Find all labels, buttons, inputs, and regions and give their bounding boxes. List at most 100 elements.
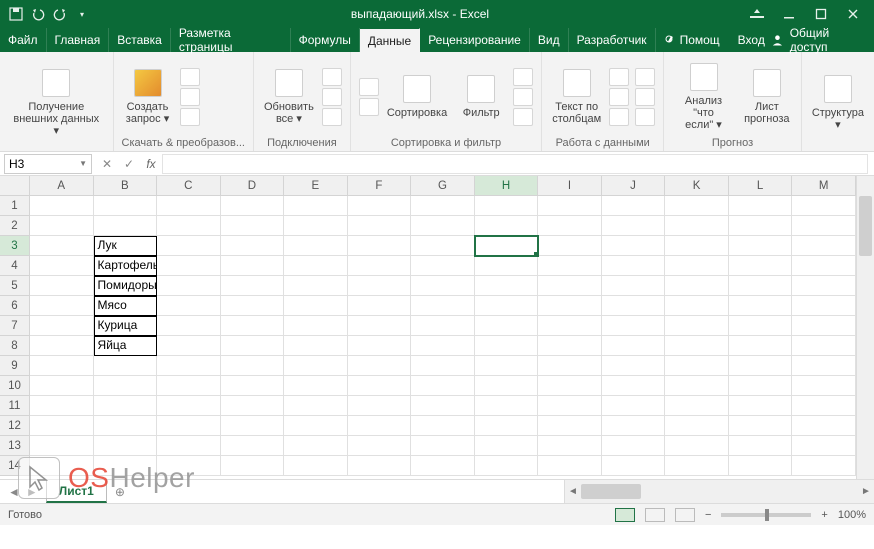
cell-F4[interactable]: [348, 256, 412, 276]
cell-B10[interactable]: [94, 376, 158, 396]
col-header-D[interactable]: D: [221, 176, 285, 196]
from-table-icon[interactable]: [180, 88, 200, 106]
cell-D6[interactable]: [221, 296, 285, 316]
cell-G11[interactable]: [411, 396, 475, 416]
cell-F8[interactable]: [348, 336, 412, 356]
cell-I12[interactable]: [538, 416, 602, 436]
cell-A4[interactable]: [30, 256, 94, 276]
cell-A14[interactable]: [30, 456, 94, 476]
cell-D4[interactable]: [221, 256, 285, 276]
hscroll-right-icon[interactable]: ►: [858, 486, 874, 497]
cell-K3[interactable]: [665, 236, 729, 256]
cell-H4[interactable]: [475, 256, 539, 276]
redo-icon[interactable]: [52, 6, 68, 22]
tab-data[interactable]: Данные: [360, 28, 420, 52]
cell-G12[interactable]: [411, 416, 475, 436]
outline-button[interactable]: Структура ▾: [810, 73, 866, 133]
cell-C1[interactable]: [157, 196, 221, 216]
cell-D13[interactable]: [221, 436, 285, 456]
cell-I5[interactable]: [538, 276, 602, 296]
cell-L11[interactable]: [729, 396, 793, 416]
cell-A10[interactable]: [30, 376, 94, 396]
cell-M10[interactable]: [792, 376, 856, 396]
row-header-11[interactable]: 11: [0, 396, 30, 416]
cell-F6[interactable]: [348, 296, 412, 316]
cell-D9[interactable]: [221, 356, 285, 376]
reapply-icon[interactable]: [513, 88, 533, 106]
cell-G13[interactable]: [411, 436, 475, 456]
cell-E2[interactable]: [284, 216, 348, 236]
cell-B4[interactable]: Картофель: [94, 256, 158, 276]
col-header-A[interactable]: A: [30, 176, 94, 196]
sheet-prev-icon[interactable]: ◄: [8, 485, 20, 499]
cell-J14[interactable]: [602, 456, 666, 476]
cell-D11[interactable]: [221, 396, 285, 416]
cell-F9[interactable]: [348, 356, 412, 376]
cell-M14[interactable]: [792, 456, 856, 476]
cell-K7[interactable]: [665, 316, 729, 336]
cell-G4[interactable]: [411, 256, 475, 276]
cell-C13[interactable]: [157, 436, 221, 456]
cell-J4[interactable]: [602, 256, 666, 276]
zoom-in-button[interactable]: +: [821, 509, 827, 521]
tab-home[interactable]: Главная: [47, 28, 110, 52]
cell-C4[interactable]: [157, 256, 221, 276]
cell-G8[interactable]: [411, 336, 475, 356]
cell-A5[interactable]: [30, 276, 94, 296]
cell-A7[interactable]: [30, 316, 94, 336]
cell-B12[interactable]: [94, 416, 158, 436]
cell-M11[interactable]: [792, 396, 856, 416]
filter-button[interactable]: Фильтр: [455, 73, 507, 121]
sheet-tab-1[interactable]: Лист1: [46, 480, 107, 503]
cell-B9[interactable]: [94, 356, 158, 376]
horizontal-scrollbar[interactable]: ◄ ►: [564, 480, 874, 503]
cell-D5[interactable]: [221, 276, 285, 296]
cell-L8[interactable]: [729, 336, 793, 356]
cell-K14[interactable]: [665, 456, 729, 476]
cell-B7[interactable]: Курица: [94, 316, 158, 336]
cell-C5[interactable]: [157, 276, 221, 296]
col-header-F[interactable]: F: [348, 176, 412, 196]
recent-sources-icon[interactable]: [180, 108, 200, 126]
cell-D7[interactable]: [221, 316, 285, 336]
cell-A11[interactable]: [30, 396, 94, 416]
get-external-data-button[interactable]: Получение внешних данных ▾: [8, 67, 105, 139]
cell-M5[interactable]: [792, 276, 856, 296]
cell-I10[interactable]: [538, 376, 602, 396]
undo-icon[interactable]: [30, 6, 46, 22]
cell-L1[interactable]: [729, 196, 793, 216]
cell-E3[interactable]: [284, 236, 348, 256]
cell-A8[interactable]: [30, 336, 94, 356]
cell-J6[interactable]: [602, 296, 666, 316]
cell-A9[interactable]: [30, 356, 94, 376]
cell-E8[interactable]: [284, 336, 348, 356]
row-header-3[interactable]: 3: [0, 236, 30, 256]
col-header-K[interactable]: K: [665, 176, 729, 196]
cell-H11[interactable]: [475, 396, 539, 416]
forecast-sheet-button[interactable]: Лист прогноза: [741, 67, 793, 127]
cell-G14[interactable]: [411, 456, 475, 476]
row-header-6[interactable]: 6: [0, 296, 30, 316]
horizontal-scroll-thumb[interactable]: [581, 484, 641, 499]
cell-K6[interactable]: [665, 296, 729, 316]
cells-area[interactable]: ЛукКартофельПомидорыМясоКурицаЯйца: [30, 196, 856, 479]
qat-customize-icon[interactable]: ▾: [74, 6, 90, 22]
cell-I2[interactable]: [538, 216, 602, 236]
cell-I3[interactable]: [538, 236, 602, 256]
sort-za-icon[interactable]: [359, 98, 379, 116]
col-header-E[interactable]: E: [284, 176, 348, 196]
cell-F12[interactable]: [348, 416, 412, 436]
signin-link[interactable]: Вход: [738, 33, 765, 47]
cell-J5[interactable]: [602, 276, 666, 296]
cell-L9[interactable]: [729, 356, 793, 376]
cell-I6[interactable]: [538, 296, 602, 316]
cell-D14[interactable]: [221, 456, 285, 476]
cell-F13[interactable]: [348, 436, 412, 456]
cell-E13[interactable]: [284, 436, 348, 456]
cell-J9[interactable]: [602, 356, 666, 376]
cell-D2[interactable]: [221, 216, 285, 236]
cell-H7[interactable]: [475, 316, 539, 336]
cell-C2[interactable]: [157, 216, 221, 236]
row-header-10[interactable]: 10: [0, 376, 30, 396]
ribbon-options-icon[interactable]: [742, 3, 772, 25]
